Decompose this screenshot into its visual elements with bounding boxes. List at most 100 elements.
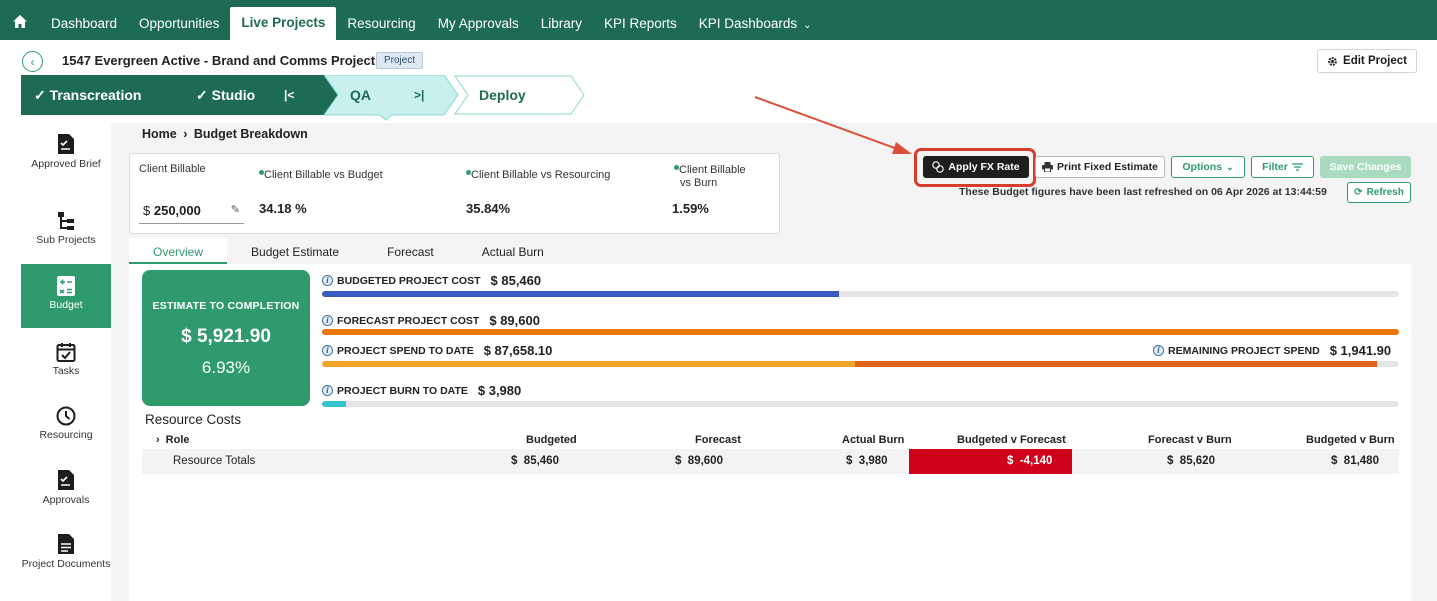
printer-icon	[1042, 162, 1054, 172]
sidebar-item-resourcing[interactable]: Resourcing	[21, 406, 111, 470]
nav-kpi-dashboards[interactable]: KPI Dashboards ⌄	[688, 8, 823, 40]
nav-opportunities[interactable]: Opportunities	[128, 8, 230, 40]
tab-budget-estimate[interactable]: Budget Estimate	[227, 238, 363, 264]
clock-icon	[56, 406, 76, 426]
sidebar-item-approvals[interactable]: Approvals	[21, 469, 111, 533]
totals-forecast-v-burn: $ 85,620	[1167, 455, 1215, 467]
resource-costs-title: Resource Costs	[145, 412, 242, 427]
refresh-timestamp-note: These Budget figures have been last refr…	[959, 186, 1327, 198]
budgeted-cost-label: i BUDGETED PROJECT COST $ 85,460	[322, 273, 541, 288]
calendar-check-icon	[56, 343, 76, 362]
nav-kpi-reports[interactable]: KPI Reports	[593, 8, 688, 40]
breadcrumb-current: Budget Breakdown	[193, 127, 308, 141]
save-changes-label: Save Changes	[1329, 161, 1402, 173]
edit-project-button[interactable]: Edit Project	[1317, 49, 1417, 73]
vs-resourcing-label: Client Billable vs Resourcing	[466, 169, 610, 181]
client-billable-input[interactable]: $ 250,000 ✎	[139, 200, 244, 224]
filter-button[interactable]: Filter	[1251, 156, 1314, 178]
top-nav: Dashboard Opportunities Live Projects Re…	[0, 0, 1437, 40]
info-icon[interactable]: i	[1153, 345, 1164, 356]
info-icon[interactable]: i	[322, 385, 333, 396]
estimate-to-completion-card: ESTIMATE TO COMPLETION $ 5,921.90 6.93%	[142, 270, 310, 406]
sidebar-item-project-documents[interactable]: Project Documents	[21, 533, 111, 601]
refresh-button[interactable]: ⟳ Refresh	[1347, 182, 1411, 203]
info-icon[interactable]: i	[322, 315, 333, 326]
tab-actual-burn[interactable]: Actual Burn	[458, 238, 568, 264]
burn-fill	[322, 401, 346, 407]
forecast-cost-fill	[322, 329, 1399, 335]
step-transcreation[interactable]: ✓ Transcreation	[21, 75, 186, 115]
vs-burn-label: Client Billable vs Burn	[674, 164, 746, 190]
sidebar-item-approved-brief[interactable]: Approved Brief	[21, 133, 111, 197]
vs-budget-label: Client Billable vs Budget	[259, 169, 383, 181]
print-fixed-estimate-button[interactable]: Print Fixed Estimate	[1035, 156, 1165, 178]
nav-resourcing[interactable]: Resourcing	[336, 8, 426, 40]
home-icon[interactable]	[0, 2, 40, 40]
budgeted-cost-fill	[322, 291, 839, 297]
sidebar-item-label: Resourcing	[39, 429, 93, 441]
sidebar-item-label: Approvals	[42, 494, 90, 506]
tab-forecast[interactable]: Forecast	[363, 238, 458, 264]
totals-budgeted: $ 85,460	[511, 455, 559, 467]
burn-to-date-bar	[322, 401, 1399, 407]
nav-my-approvals[interactable]: My Approvals	[427, 8, 530, 40]
etc-title: ESTIMATE TO COMPLETION	[152, 300, 300, 312]
totals-budgeted-v-forecast: $ -4,140	[1007, 455, 1053, 467]
budgeted-cost-amount: $ 85,460	[490, 273, 542, 288]
sidebar-item-label: Budget	[49, 299, 83, 311]
apply-fx-rate-button[interactable]: Apply FX Rate	[923, 156, 1029, 178]
etc-amount: $ 5,921.90	[181, 326, 271, 347]
vs-budget-value: 34.18 %	[259, 201, 307, 216]
refresh-icon: ⟳	[1354, 187, 1363, 198]
step-deploy-label: Deploy	[479, 87, 526, 103]
budgeted-cost-bar	[322, 291, 1399, 297]
options-dropdown[interactable]: Options ⌄	[1171, 156, 1245, 178]
options-label: Options	[1182, 161, 1223, 173]
document-icon	[58, 534, 74, 554]
role-column-header[interactable]: › Role	[156, 434, 190, 446]
project-type-badge: Project	[376, 52, 424, 69]
step-deploy[interactable]: Deploy	[454, 75, 586, 115]
collapse-left-icon[interactable]: |<	[284, 75, 294, 115]
client-billable-value: 250,000	[153, 203, 201, 218]
hierarchy-icon	[58, 212, 74, 230]
document-check-icon	[58, 134, 74, 154]
breadcrumb-home[interactable]: Home	[142, 127, 177, 141]
totals-budgeted-v-burn: $ 81,480	[1331, 455, 1379, 467]
filter-lines-icon	[1291, 163, 1303, 171]
nav-library[interactable]: Library	[530, 8, 593, 40]
chevron-left-icon: ‹	[30, 54, 35, 69]
nav-live-projects[interactable]: Live Projects	[230, 7, 337, 40]
step-qa[interactable]: QA >|	[324, 75, 459, 121]
spend-fill-primary	[322, 361, 856, 367]
step-studio[interactable]: ✓ Studio |<	[169, 75, 341, 115]
vs-resourcing-value: 35.84%	[466, 201, 511, 216]
project-sidebar: Approved Brief Sub Projects Budget Tasks…	[21, 123, 111, 601]
tab-overview[interactable]: Overview	[129, 238, 228, 264]
sidebar-item-tasks[interactable]: Tasks	[21, 342, 111, 406]
save-changes-button[interactable]: Save Changes	[1320, 156, 1411, 178]
budgeted-column-header: Budgeted	[526, 434, 577, 446]
budget-tabs: Overview Budget Estimate Forecast Actual…	[129, 238, 568, 264]
forecast-column-header: Forecast	[695, 434, 741, 446]
etc-percent: 6.93%	[201, 358, 251, 377]
pencil-icon[interactable]: ✎	[231, 203, 240, 216]
info-icon[interactable]: i	[322, 345, 333, 356]
budgeted-v-forecast-column-header: Budgeted v Forecast	[957, 434, 1066, 446]
info-icon[interactable]: i	[322, 275, 333, 286]
step-studio-label: Studio	[211, 87, 256, 103]
currency-exchange-icon	[932, 161, 945, 173]
forecast-v-burn-column-header: Forecast v Burn	[1148, 434, 1232, 446]
currency-symbol: $	[143, 203, 151, 218]
expand-right-icon[interactable]: >|	[414, 75, 424, 115]
chevron-right-icon: ›	[183, 127, 188, 141]
sidebar-item-budget[interactable]: Budget	[21, 264, 111, 328]
chevron-down-icon: ⌄	[1226, 161, 1234, 172]
nav-dashboard[interactable]: Dashboard	[40, 8, 128, 40]
sidebar-item-label: Approved Brief	[31, 158, 101, 170]
back-button[interactable]: ‹	[22, 51, 43, 72]
chevron-down-icon: ⌄	[803, 20, 812, 31]
burn-to-date-amount: $ 3,980	[477, 383, 522, 398]
spend-to-date-label: i PROJECT SPEND TO DATE $ 87,658.10	[322, 343, 552, 358]
spend-to-date-amount: $ 87,658.10	[483, 343, 553, 358]
